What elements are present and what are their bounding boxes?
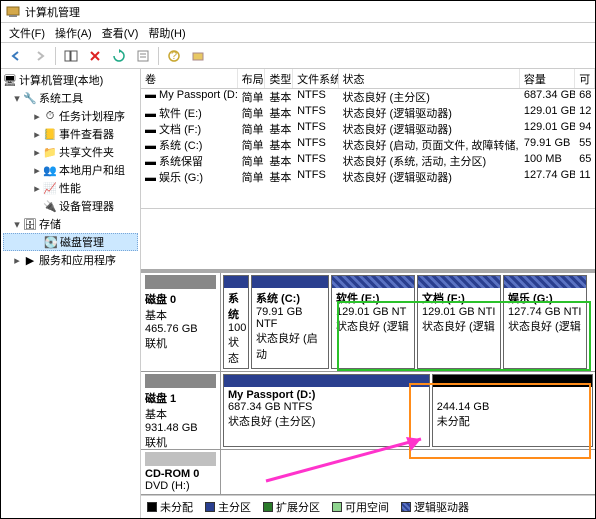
col-layout[interactable]: 布局 (238, 69, 266, 88)
legend-primary: 主分区 (205, 499, 251, 515)
storage-icon: 🗄 (23, 217, 37, 231)
disk-0-vol-4[interactable]: 娱乐 (G:)127.74 GB NTI状态良好 (逻辑 (503, 275, 587, 369)
disk-0-vol-3[interactable]: 文档 (F:)129.01 GB NTI状态良好 (逻辑 (417, 275, 501, 369)
tree-system-tools[interactable]: ▾🔧系统工具 (3, 89, 138, 107)
nav-tree[interactable]: 🖥计算机管理(本地) ▾🔧系统工具 ▸⏱任务计划程序 ▸📒事件查看器 ▸📁共享文… (1, 69, 141, 518)
disk-1-info[interactable]: 磁盘 1 基本 931.48 GB 联机 (141, 372, 221, 449)
folder-icon: 📁 (43, 145, 57, 159)
expand-icon[interactable]: ▸ (31, 182, 43, 195)
volume-list-header: 卷 布局 类型 文件系统 状态 容量 可 (141, 69, 595, 89)
tree-services-apps[interactable]: ▸▶服务和应用程序 (3, 251, 138, 269)
properties-button[interactable] (132, 45, 154, 67)
tools-icon: 🔧 (23, 91, 37, 105)
disk-1-unallocated[interactable]: 244.14 GB 未分配 (432, 374, 593, 447)
help-button[interactable]: ? (163, 45, 185, 67)
menu-view[interactable]: 查看(V) (98, 23, 143, 43)
svg-text:?: ? (171, 50, 177, 62)
forward-button[interactable] (29, 45, 51, 67)
disk-0-vol-2[interactable]: 软件 (E:)129.01 GB NT状态良好 (逻辑 (331, 275, 415, 369)
users-icon: 👥 (43, 163, 57, 177)
col-volume[interactable]: 卷 (141, 69, 238, 88)
menu-bar: 文件(F) 操作(A) 查看(V) 帮助(H) (1, 23, 595, 43)
volume-row[interactable]: ▬ 娱乐 (G:)简单基本NTFS状态良好 (逻辑驱动器)127.74 GB11 (141, 169, 595, 185)
services-icon: ▶ (23, 253, 37, 267)
tree-task-scheduler[interactable]: ▸⏱任务计划程序 (3, 107, 138, 125)
collapse-icon[interactable]: ▾ (11, 92, 23, 105)
tree-root[interactable]: 🖥计算机管理(本地) (3, 71, 138, 89)
window-title: 计算机管理 (25, 4, 80, 20)
menu-help[interactable]: 帮助(H) (144, 23, 189, 43)
expand-icon[interactable]: ▸ (31, 110, 43, 123)
perf-icon: 📈 (43, 181, 57, 195)
tree-event-viewer[interactable]: ▸📒事件查看器 (3, 125, 138, 143)
clock-icon: ⏱ (43, 109, 57, 123)
expand-icon[interactable]: ▸ (11, 254, 23, 267)
volume-row[interactable]: ▬ 系统 (C:)简单基本NTFS状态良好 (启动, 页面文件, 故障转储, 主… (141, 137, 595, 153)
device-icon: 🔌 (43, 199, 57, 213)
log-icon: 📒 (43, 127, 57, 141)
volume-row[interactable]: ▬ 系统保留简单基本NTFS状态良好 (系统, 活动, 主分区)100 MB65 (141, 153, 595, 169)
computer-icon: 🖥 (3, 73, 17, 87)
disk-1-vol-0[interactable]: My Passport (D:) 687.34 GB NTFS 状态良好 (主分… (223, 374, 430, 447)
legend-logical: 逻辑驱动器 (401, 499, 469, 515)
action-button[interactable] (187, 45, 209, 67)
tree-storage[interactable]: ▾🗄存储 (3, 215, 138, 233)
disk-icon: 💽 (44, 235, 58, 249)
disk-0-vol-0[interactable]: 系统100状态 (223, 275, 249, 369)
title-bar: 计算机管理 (1, 1, 595, 23)
expand-icon[interactable]: ▸ (31, 164, 43, 177)
tree-device-manager[interactable]: 🔌设备管理器 (3, 197, 138, 215)
legend-unallocated: 未分配 (147, 499, 193, 515)
legend: 未分配 主分区 扩展分区 可用空间 逻辑驱动器 (141, 495, 595, 518)
show-hide-tree-button[interactable] (60, 45, 82, 67)
disk-0-row[interactable]: 磁盘 0 基本 465.76 GB 联机 系统100状态系统 (C:)79.91… (141, 273, 595, 372)
col-filesystem[interactable]: 文件系统 (293, 69, 338, 88)
tree-local-users[interactable]: ▸👥本地用户和组 (3, 161, 138, 179)
tree-performance[interactable]: ▸📈性能 (3, 179, 138, 197)
col-free[interactable]: 可 (575, 69, 595, 88)
menu-action[interactable]: 操作(A) (51, 23, 96, 43)
refresh-button[interactable] (108, 45, 130, 67)
app-icon (5, 4, 21, 20)
cdrom-row[interactable]: CD-ROM 0 DVD (H:) (141, 450, 595, 495)
legend-free: 可用空间 (332, 499, 389, 515)
disk-graphical-view: 磁盘 0 基本 465.76 GB 联机 系统100状态系统 (C:)79.91… (141, 269, 595, 518)
toolbar: ? (1, 43, 595, 69)
tree-disk-management[interactable]: 💽磁盘管理 (3, 233, 138, 251)
separator (55, 47, 56, 65)
col-type[interactable]: 类型 (265, 69, 293, 88)
col-status[interactable]: 状态 (339, 69, 520, 88)
volume-row[interactable]: ▬ 文档 (F:)简单基本NTFS状态良好 (逻辑驱动器)129.01 GB94 (141, 121, 595, 137)
disk-0-info[interactable]: 磁盘 0 基本 465.76 GB 联机 (141, 273, 221, 371)
col-capacity[interactable]: 容量 (520, 69, 575, 88)
volume-list[interactable]: ▬ My Passport (D:)简单基本NTFS状态良好 (主分区)687.… (141, 89, 595, 209)
delete-button[interactable] (84, 45, 106, 67)
separator (158, 47, 159, 65)
menu-file[interactable]: 文件(F) (5, 23, 49, 43)
expand-icon[interactable]: ▸ (31, 146, 43, 159)
disk-1-row[interactable]: 磁盘 1 基本 931.48 GB 联机 My Passport (D:) 68… (141, 372, 595, 450)
volume-row[interactable]: ▬ My Passport (D:)简单基本NTFS状态良好 (主分区)687.… (141, 89, 595, 105)
cdrom-info[interactable]: CD-ROM 0 DVD (H:) (141, 450, 221, 494)
expand-icon[interactable]: ▸ (31, 128, 43, 141)
back-button[interactable] (5, 45, 27, 67)
collapse-icon[interactable]: ▾ (11, 218, 23, 231)
volume-row[interactable]: ▬ 软件 (E:)简单基本NTFS状态良好 (逻辑驱动器)129.01 GB12 (141, 105, 595, 121)
tree-shared-folders[interactable]: ▸📁共享文件夹 (3, 143, 138, 161)
legend-extended: 扩展分区 (263, 499, 320, 515)
disk-0-vol-1[interactable]: 系统 (C:)79.91 GB NTF状态良好 (启动 (251, 275, 329, 369)
